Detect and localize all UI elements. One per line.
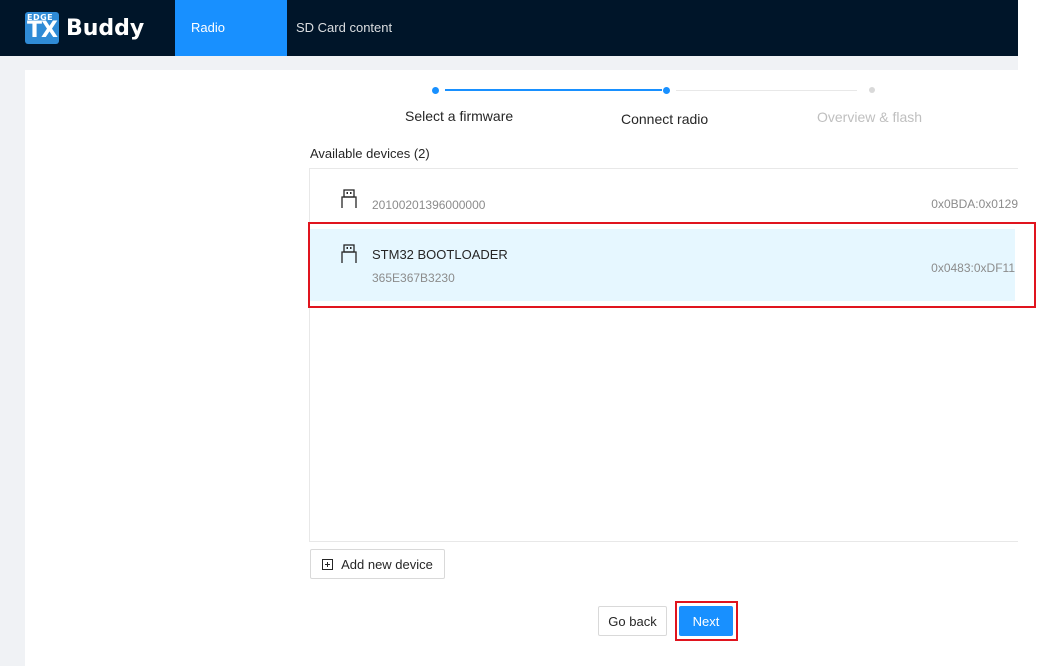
step-1-dot <box>432 87 439 94</box>
next-button-highlight <box>675 601 738 641</box>
app-header: EDGE TX Buddy Radio firmware SD Card con… <box>0 0 1018 91</box>
add-new-device-label: Add new device <box>341 556 433 572</box>
main-panel: Select a firmware Connect radio Overview… <box>25 70 1018 666</box>
device-row[interactable]: 20100201396000000 0x0BDA:0x0129 <box>310 183 1018 223</box>
device-vid-pid: 0x0BDA:0x0129 <box>931 197 1018 211</box>
step-2-label: Connect radio <box>621 111 709 127</box>
nav-sd-card-content[interactable]: SD Card content <box>296 0 392 56</box>
step-2-connector <box>676 90 857 91</box>
plus-square-icon <box>322 558 334 570</box>
app-name: Buddy <box>66 15 145 41</box>
window-edge <box>1018 0 1044 666</box>
usb-icon <box>341 189 357 208</box>
selected-device-highlight <box>308 222 1036 308</box>
add-new-device-button[interactable]: Add new device <box>310 549 445 579</box>
available-devices-title: Available devices (2) <box>310 146 430 161</box>
edgetx-logo-icon: EDGE TX <box>25 12 59 44</box>
step-3-dot <box>869 87 875 93</box>
logo-big-text: TX <box>27 18 58 43</box>
step-3-label: Overview & flash <box>817 109 923 125</box>
app-logo: EDGE TX Buddy <box>25 12 144 44</box>
step-1-connector <box>445 89 662 91</box>
go-back-button[interactable]: Go back <box>598 606 667 636</box>
nav-radio-firmware[interactable]: Radio firmware <box>175 0 287 91</box>
step-2-dot <box>663 87 670 94</box>
step-1-label: Select a firmware <box>405 108 514 124</box>
device-serial: 20100201396000000 <box>372 198 486 212</box>
